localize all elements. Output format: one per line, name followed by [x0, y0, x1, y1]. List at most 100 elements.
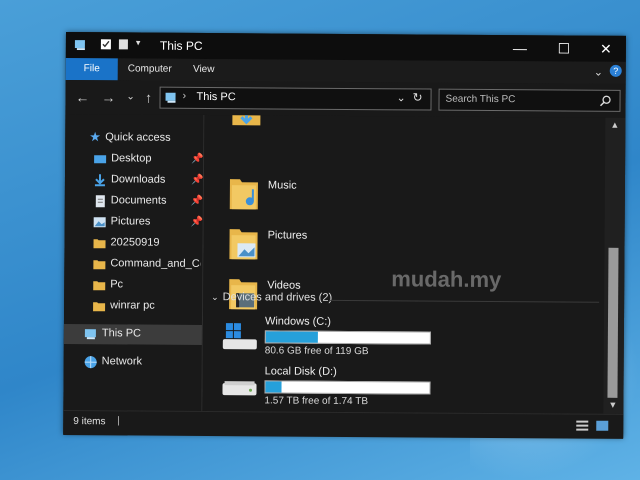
drive-usage-bar: [264, 330, 431, 345]
pin-icon[interactable]: 📌: [191, 217, 204, 228]
folder-icon: [93, 281, 106, 291]
back-button[interactable]: ←: [73, 88, 91, 106]
folder-icon: [93, 260, 106, 270]
search-box[interactable]: Search This PC: [438, 88, 621, 112]
drive-free-space: 1.57 TB free of 1.74 TB: [264, 395, 369, 408]
pin-icon[interactable]: 📌: [191, 154, 204, 165]
sidebar-item-label: Quick access: [105, 131, 171, 144]
window-title: This PC: [159, 38, 203, 53]
sidebar-item-label: winrar pc: [110, 299, 155, 312]
search-input[interactable]: Search This PC: [446, 94, 516, 105]
this-pc-icon: [74, 40, 85, 51]
sidebar-item-label: Pc: [110, 278, 124, 291]
drive-c[interactable]: Windows (C:) 80.6 GB free of 119 GB: [221, 315, 601, 364]
forward-button[interactable]: →: [99, 88, 117, 106]
pin-icon[interactable]: 📌: [191, 175, 204, 186]
windows-drive-icon: [222, 323, 257, 350]
navigation-bar: ← → ⌄ ↑ › This PC ⌄ ↻ Search This PC: [65, 79, 626, 118]
file-explorer-window: ▾ This PC — ☐ ✕ File Computer View ⌄ ? ←…: [63, 32, 626, 439]
tab-file[interactable]: File: [65, 57, 118, 81]
scroll-up-icon[interactable]: ▲: [610, 120, 619, 130]
minimize-button[interactable]: —: [500, 37, 540, 59]
pin-icon[interactable]: 📌: [191, 196, 204, 207]
file-list: Music Pictures Videos ⌄ Devices and drive…: [202, 114, 613, 414]
sidebar-item-label: Network: [101, 355, 143, 368]
sidebar-item-label: 20250919: [110, 236, 160, 249]
up-button[interactable]: ↑: [139, 89, 157, 107]
download-icon: [94, 174, 105, 187]
sidebar-item-folder-20250919[interactable]: 20250919: [64, 233, 202, 254]
address-bar[interactable]: › This PC ⌄ ↻: [159, 86, 432, 111]
new-folder-icon[interactable]: [118, 38, 130, 50]
scroll-down-icon[interactable]: ▼: [608, 400, 617, 410]
status-bar: 9 items |: [63, 409, 624, 439]
sidebar-item-label: Pictures: [110, 215, 151, 228]
recent-locations-button[interactable]: ⌄: [121, 88, 139, 106]
section-title: Devices and drives (2): [222, 291, 333, 304]
downloads-folder-icon[interactable]: [230, 114, 264, 135]
title-bar: ▾ This PC — ☐ ✕: [65, 32, 626, 62]
drive-usage-bar: [264, 380, 431, 395]
customize-toolbar-icon[interactable]: ▾: [136, 37, 148, 49]
address-dropdown-icon[interactable]: ⌄: [397, 91, 406, 104]
sidebar-item-quick-access[interactable]: ★ Quick access: [65, 128, 203, 149]
list-item[interactable]: Music: [228, 175, 528, 217]
navigation-pane: ★ Quick access Desktop 📌 Downloads 📌 Doc…: [63, 113, 205, 411]
folder-icon: [93, 302, 106, 312]
expand-ribbon-icon[interactable]: ⌄: [594, 66, 603, 79]
properties-icon[interactable]: [100, 38, 112, 50]
sidebar-item-label: Command_and_Con: [110, 257, 201, 270]
large-icons-view-icon[interactable]: [595, 420, 609, 432]
chevron-down-icon: ⌄: [211, 292, 219, 303]
tab-view[interactable]: View: [184, 59, 224, 81]
tab-computer[interactable]: Computer: [122, 58, 178, 80]
address-path[interactable]: This PC: [197, 91, 236, 103]
sidebar-item-downloads[interactable]: Downloads 📌: [65, 170, 203, 191]
documents-icon: [95, 195, 105, 208]
path-separator: ›: [182, 89, 187, 102]
maximize-button[interactable]: ☐: [544, 37, 584, 59]
drive-free-space: 80.6 GB free of 119 GB: [264, 345, 369, 358]
vertical-scrollbar[interactable]: ▲ ▼: [603, 117, 626, 414]
drive-d[interactable]: Local Disk (D:) 1.57 TB free of 1.74 TB: [220, 365, 600, 414]
pictures-icon: [93, 217, 106, 228]
scrollbar-thumb[interactable]: [607, 247, 619, 398]
item-count: 9 items: [73, 416, 106, 428]
desktop-icon: [94, 155, 107, 164]
sidebar-item-documents[interactable]: Documents 📌: [65, 191, 203, 212]
this-pc-icon: [165, 92, 176, 103]
sidebar-item-folder-pc[interactable]: Pc: [64, 275, 202, 296]
computer-icon: [84, 329, 96, 340]
drive-name: Windows (C:): [264, 315, 332, 328]
sidebar-item-network[interactable]: Network: [64, 352, 202, 373]
sidebar-item-pictures[interactable]: Pictures 📌: [65, 212, 203, 233]
sidebar-item-folder-command[interactable]: Command_and_Con: [64, 254, 202, 275]
watermark: mudah.my: [391, 266, 502, 293]
devices-and-drives-header[interactable]: ⌄ Devices and drives (2): [211, 291, 332, 304]
close-button[interactable]: ✕: [586, 38, 626, 60]
sidebar-item-label: Desktop: [111, 152, 152, 165]
drive-name: Local Disk (D:): [264, 365, 337, 378]
music-folder-icon: [229, 179, 258, 210]
folder-icon: [93, 239, 106, 249]
help-icon[interactable]: ?: [609, 64, 622, 77]
sidebar-item-folder-winrar[interactable]: winrar pc: [64, 296, 202, 317]
refresh-icon[interactable]: ↻: [413, 90, 423, 104]
sidebar-item-label: Documents: [110, 194, 167, 207]
folder-label: Videos: [267, 279, 301, 292]
drive-usage-fill: [265, 381, 282, 393]
sidebar-item-label: This PC: [101, 327, 142, 340]
details-view-icon[interactable]: [575, 420, 589, 432]
hard-disk-icon: [222, 381, 257, 396]
status-separator: |: [117, 415, 120, 427]
star-icon: ★: [89, 129, 101, 145]
search-icon[interactable]: [599, 95, 611, 107]
folder-label: Music: [267, 179, 297, 192]
sidebar-item-label: Downloads: [110, 173, 166, 186]
sidebar-item-desktop[interactable]: Desktop 📌: [65, 149, 204, 170]
list-item[interactable]: Pictures: [227, 225, 527, 267]
sidebar-item-this-pc[interactable]: This PC: [63, 323, 202, 345]
drive-usage-fill: [265, 331, 319, 343]
network-icon: [84, 356, 97, 369]
pictures-folder-icon: [229, 229, 258, 260]
